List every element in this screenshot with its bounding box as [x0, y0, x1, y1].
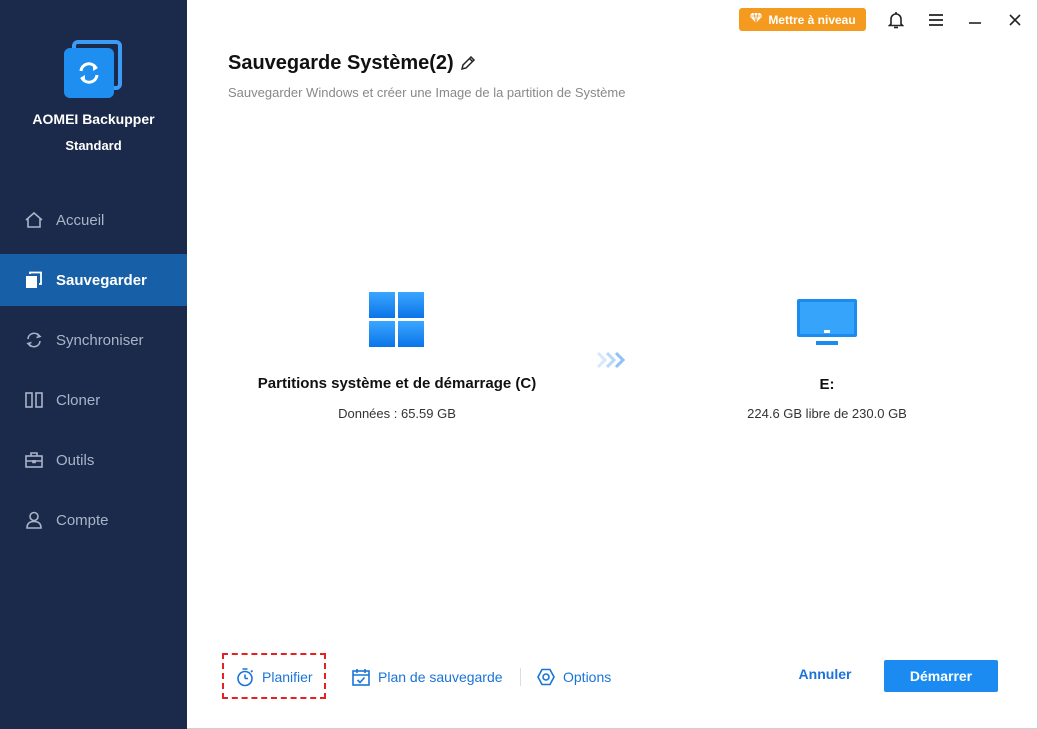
sidebar-item-label: Synchroniser	[56, 331, 144, 349]
windows-logo-icon[interactable]	[369, 292, 427, 350]
app-name: AOMEI Backupper	[32, 111, 155, 127]
sidebar-item-label: Outils	[56, 451, 95, 469]
sync-logo-icon	[79, 62, 99, 84]
app-logo	[62, 38, 124, 100]
diamond-icon	[749, 12, 763, 27]
backup-icon	[24, 270, 44, 290]
sidebar-item-cloner[interactable]: Cloner	[0, 370, 187, 430]
upgrade-button[interactable]: Mettre à niveau	[739, 8, 866, 31]
sidebar-item-label: Sauvegarder	[56, 271, 147, 289]
edit-icon[interactable]	[459, 54, 477, 72]
source-title[interactable]: Partitions système et de démarrage (C)	[187, 375, 607, 392]
cancel-button[interactable]: Annuler	[790, 666, 860, 688]
page-title: Sauvegarde Système(2)	[228, 52, 454, 74]
schedule-button[interactable]: Planifier	[235, 664, 313, 690]
destination-title[interactable]: E:	[727, 376, 927, 393]
sidebar-item-accueil[interactable]: Accueil	[0, 190, 187, 250]
clone-icon	[24, 390, 44, 410]
sidebar-item-sauvegarder[interactable]: Sauvegarder	[0, 254, 187, 306]
sidebar-item-outils[interactable]: Outils	[0, 430, 187, 490]
sidebar: AOMEI Backupper Standard Accueil Sauvega…	[0, 0, 187, 729]
calendar-check-icon	[351, 667, 371, 687]
gear-icon	[536, 667, 556, 687]
start-button[interactable]: Démarrer	[884, 660, 998, 692]
divider	[520, 668, 521, 686]
backup-plan-button[interactable]: Plan de sauvegarde	[351, 664, 503, 690]
arrow-right-icon	[596, 351, 626, 369]
user-icon	[24, 510, 44, 530]
toolbox-icon	[24, 450, 44, 470]
options-label: Options	[563, 669, 612, 685]
minimize-icon[interactable]	[964, 9, 986, 31]
close-icon[interactable]	[1004, 9, 1026, 31]
app-edition: Standard	[65, 138, 122, 153]
sidebar-item-label: Compte	[56, 511, 109, 529]
source-detail: Données : 65.59 GB	[338, 406, 456, 421]
sidebar-item-label: Cloner	[56, 391, 101, 409]
home-icon	[24, 210, 44, 230]
sidebar-nav: Accueil Sauvegarder Synchroniser Cloner …	[0, 190, 187, 550]
sidebar-item-synchroniser[interactable]: Synchroniser	[0, 310, 187, 370]
bell-icon[interactable]	[885, 9, 907, 31]
sidebar-item-compte[interactable]: Compte	[0, 490, 187, 550]
menu-icon[interactable]	[925, 9, 947, 31]
page-subtitle: Sauvegarder Windows et créer une Image d…	[228, 85, 626, 100]
options-button[interactable]: Options	[536, 664, 611, 690]
destination-detail: 224.6 GB libre de 230.0 GB	[747, 406, 907, 421]
backup-plan-label: Plan de sauvegarde	[378, 669, 503, 685]
monitor-drive-icon[interactable]	[796, 297, 858, 349]
sidebar-item-label: Accueil	[56, 211, 105, 229]
upgrade-label: Mettre à niveau	[768, 12, 856, 27]
schedule-label: Planifier	[262, 669, 313, 685]
stopwatch-icon	[235, 667, 255, 687]
sync-icon	[24, 330, 44, 350]
